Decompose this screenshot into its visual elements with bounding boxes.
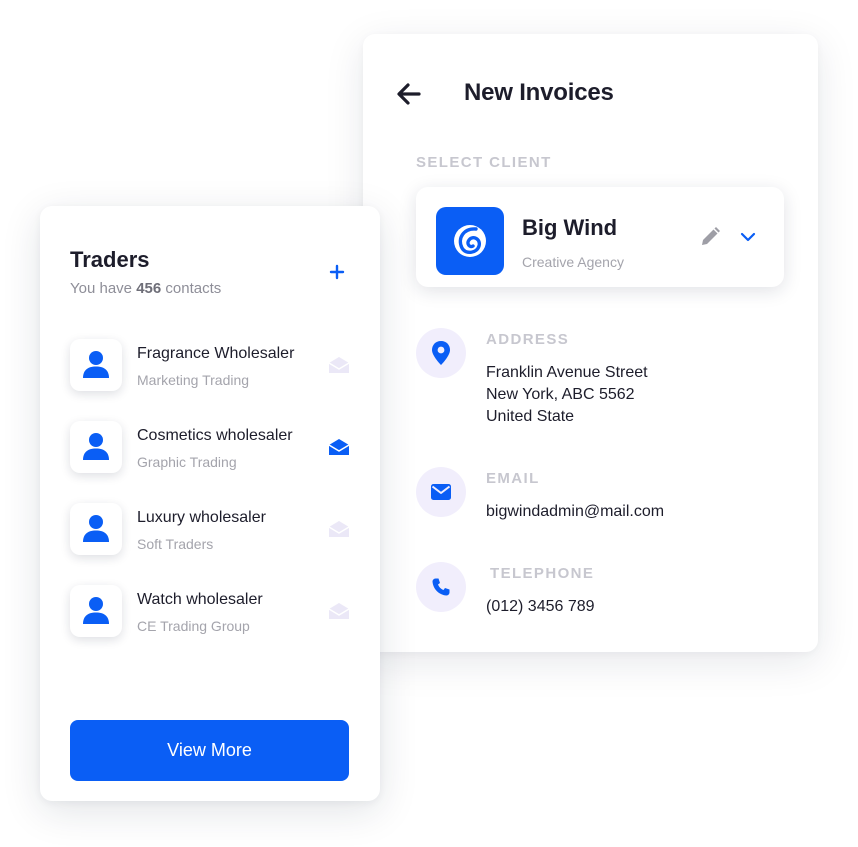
trader-subtitle: Graphic Trading [137, 454, 237, 470]
trader-name: Watch wholesaler [137, 591, 263, 608]
user-icon [83, 351, 109, 378]
trader-subtitle: CE Trading Group [137, 618, 250, 634]
client-subtitle: Creative Agency [522, 254, 624, 270]
contact-count: 456 [136, 280, 162, 297]
view-more-button[interactable]: View More [70, 720, 349, 781]
contact-summary-prefix: You have [70, 280, 137, 297]
user-icon [83, 515, 109, 542]
address-label: ADDRESS [486, 331, 570, 348]
client-name: Big Wind [522, 215, 618, 240]
trader-avatar [70, 421, 122, 473]
trader-name: Cosmetics wholesaler [137, 427, 293, 444]
trader-subtitle: Soft Traders [137, 536, 214, 552]
trader-avatar [70, 585, 122, 637]
trader-name: Luxury wholesaler [137, 509, 266, 526]
contact-summary-suffix: contacts [161, 280, 222, 297]
traders-contact-summary: You have 456 contacts [70, 280, 221, 297]
pencil-icon[interactable] [698, 225, 722, 249]
address-line-2: New York, ABC 5562 [486, 386, 635, 403]
trader-subtitle: Marketing Trading [137, 372, 250, 388]
trader-row[interactable]: Watch wholesaler CE Trading Group [70, 585, 360, 645]
address-line-3: United State [486, 408, 575, 425]
phone-icon [432, 578, 450, 596]
trader-row[interactable]: Cosmetics wholesaler Graphic Trading [70, 421, 360, 481]
envelope-icon [431, 484, 451, 500]
traders-title: Traders [70, 247, 150, 272]
user-icon [83, 433, 109, 460]
traders-card: Traders You have 456 contacts Fragrance … [40, 206, 380, 801]
email-label: EMAIL [486, 470, 540, 487]
open-envelope-icon[interactable] [328, 438, 350, 456]
address-icon-badge [416, 328, 466, 378]
trader-avatar [70, 503, 122, 555]
invoice-card: New Invoices SELECT CLIENT Big Wind Crea… [363, 34, 818, 652]
client-logo [436, 207, 504, 275]
user-icon [83, 597, 109, 624]
email-value[interactable]: bigwindadmin@mail.com [486, 501, 664, 523]
email-icon-badge [416, 467, 466, 517]
plus-icon[interactable] [328, 263, 346, 281]
telephone-value[interactable]: (012) 3456 789 [486, 596, 595, 618]
open-envelope-icon[interactable] [328, 602, 350, 620]
trader-row[interactable]: Luxury wholesaler Soft Traders [70, 503, 360, 563]
page-title: New Invoices [464, 79, 614, 106]
open-envelope-icon[interactable] [328, 356, 350, 374]
select-client-label: SELECT CLIENT [416, 154, 552, 171]
wind-logo-icon [454, 225, 486, 257]
client-selector[interactable]: Big Wind Creative Agency [416, 187, 784, 287]
trader-row[interactable]: Fragrance Wholesaler Marketing Trading [70, 339, 360, 399]
open-envelope-icon[interactable] [328, 520, 350, 538]
chevron-down-icon[interactable] [738, 227, 758, 247]
telephone-label: TELEPHONE [490, 565, 595, 582]
trader-avatar [70, 339, 122, 391]
location-pin-icon [432, 341, 450, 365]
trader-name: Fragrance Wholesaler [137, 345, 295, 362]
back-arrow-icon[interactable] [395, 81, 423, 107]
telephone-icon-badge [416, 562, 466, 612]
address-line-1: Franklin Avenue Street [486, 364, 648, 381]
